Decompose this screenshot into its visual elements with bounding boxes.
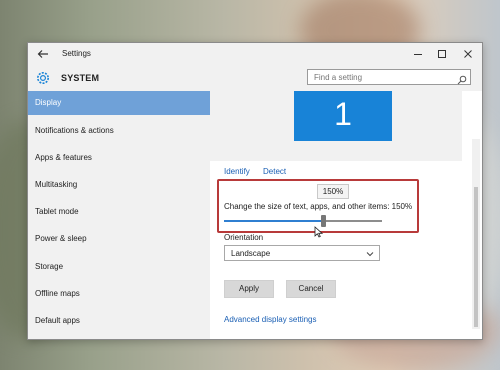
mouse-cursor-icon: [314, 225, 324, 238]
apply-button[interactable]: Apply: [224, 280, 274, 298]
scale-highlight-box: 150% Change the size of text, apps, and …: [217, 179, 419, 238]
orientation-select[interactable]: Landscape: [224, 245, 380, 261]
scale-slider[interactable]: [224, 215, 382, 227]
sidebar-item-notifications[interactable]: Notifications & actions: [28, 119, 210, 143]
back-arrow-icon[interactable]: [36, 47, 50, 61]
sidebar-item-power-sleep[interactable]: Power & sleep: [28, 227, 210, 251]
sidebar-item-offline-maps[interactable]: Offline maps: [28, 282, 210, 306]
settings-header: SYSTEM: [28, 65, 482, 91]
slider-fill: [224, 220, 322, 222]
gear-icon: [35, 70, 51, 86]
advanced-display-settings-link[interactable]: Advanced display settings: [224, 315, 317, 324]
sidebar-item-tablet-mode[interactable]: Tablet mode: [28, 200, 210, 224]
identify-link[interactable]: Identify: [224, 167, 250, 176]
scrollbar-thumb[interactable]: [474, 187, 478, 327]
detect-link[interactable]: Detect: [263, 167, 286, 176]
chevron-down-icon: [366, 250, 374, 257]
orientation-value: Landscape: [231, 249, 271, 258]
maximize-button[interactable]: [430, 46, 454, 62]
scale-tooltip: 150%: [317, 184, 349, 199]
sidebar: Display Notifications & actions Apps & f…: [28, 91, 210, 339]
search-box[interactable]: [307, 69, 471, 85]
sidebar-item-multitasking[interactable]: Multitasking: [28, 173, 210, 197]
sidebar-item-apps-features[interactable]: Apps & features: [28, 146, 210, 170]
sidebar-item-display[interactable]: Display: [28, 91, 210, 115]
settings-window: Settings SYSTEM Display Notifications & …: [27, 42, 483, 340]
page-title: SYSTEM: [61, 73, 100, 83]
sidebar-item-default-apps[interactable]: Default apps: [28, 309, 210, 333]
window-title: Settings: [62, 49, 91, 58]
sidebar-item-storage[interactable]: Storage: [28, 255, 210, 279]
search-icon[interactable]: [457, 72, 467, 85]
monitor-tile[interactable]: 1: [294, 91, 392, 141]
scale-label: Change the size of text, apps, and other…: [224, 202, 413, 211]
display-content: 1 Identify Detect 150% Change the size o…: [210, 91, 482, 339]
display-preview: 1: [210, 91, 462, 161]
orientation-label: Orientation: [224, 233, 264, 242]
minimize-button[interactable]: [406, 46, 430, 62]
title-bar: Settings: [28, 43, 482, 65]
cancel-button[interactable]: Cancel: [286, 280, 336, 298]
slider-track: [326, 220, 382, 222]
search-input[interactable]: [308, 70, 460, 84]
close-button[interactable]: [456, 46, 480, 62]
scrollbar[interactable]: [472, 139, 480, 329]
